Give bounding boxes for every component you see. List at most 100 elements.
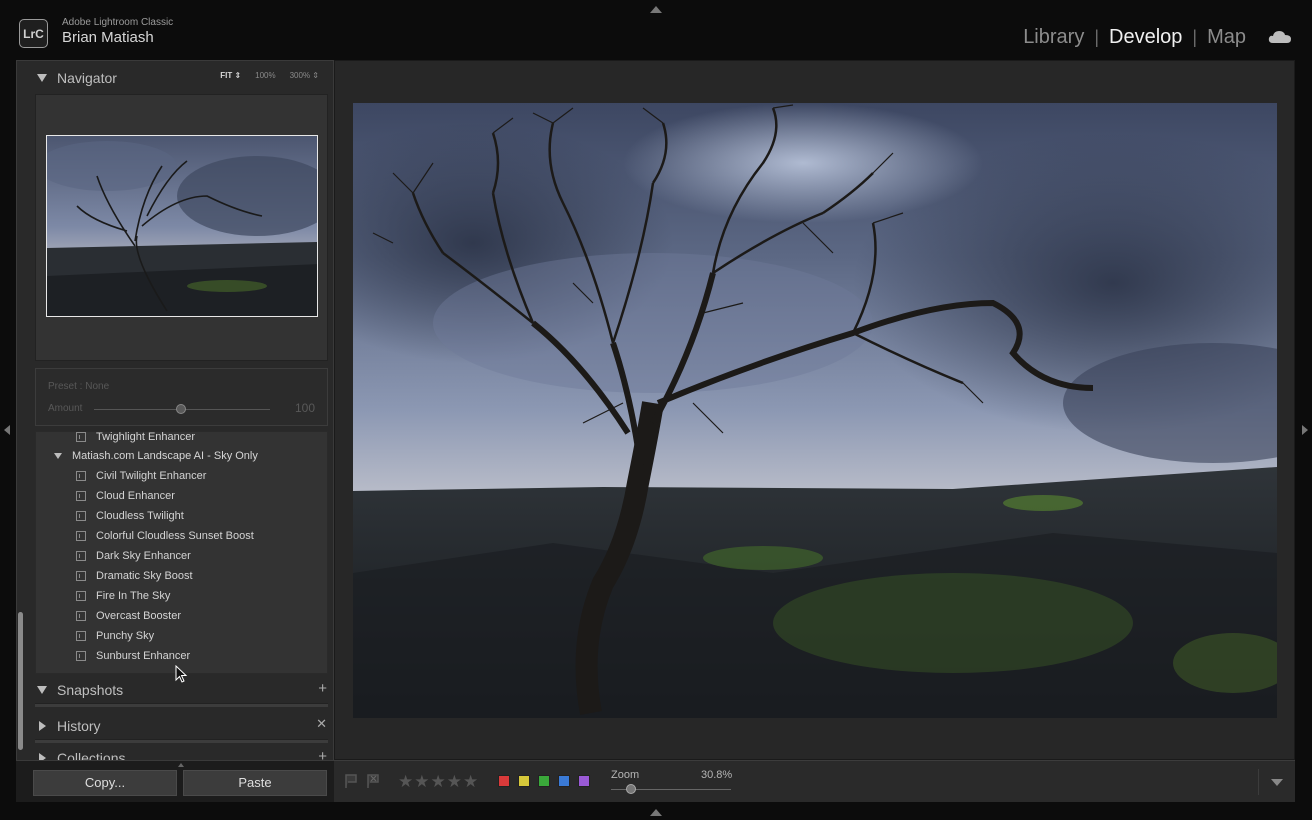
preset-label: Preset : None [48,381,110,392]
preset-item-label: Sunburst Enhancer [96,650,191,662]
amount-slider-thumb[interactable] [176,404,186,414]
module-map[interactable]: Map [1207,26,1246,49]
preset-item[interactable]: Dark Sky Enhancer [76,546,191,566]
preset-item[interactable]: Colorful Cloudless Sunset Boost [76,526,254,546]
left-panel-scrollbar[interactable] [18,612,23,750]
preset-item-label: Colorful Cloudless Sunset Boost [96,530,254,542]
copy-button[interactable]: Copy... [33,770,177,796]
panel-resize-caret-icon [178,763,184,767]
preset-item[interactable]: Dramatic Sky Boost [76,566,193,586]
preset-icon [76,591,86,601]
preset-item-label: Dark Sky Enhancer [96,550,191,562]
preset-icon [76,432,86,442]
toolbar-divider [1258,769,1259,795]
star-rating: ★ ★ ★ ★ ★ [398,772,478,792]
preset-item[interactable]: Cloud Enhancer [76,486,175,506]
preset-item-label: Cloud Enhancer [96,490,175,502]
presets-list: Twighlight Enhancer Matiash.com Landscap… [35,431,328,674]
preset-item[interactable]: Civil Twilight Enhancer [76,466,206,486]
preset-group-header[interactable]: Matiash.com Landscape AI - Sky Only [54,450,258,462]
red-label-swatch[interactable] [498,775,510,787]
preset-item[interactable]: Fire In The Sky [76,586,170,606]
preset-item-label: Cloudless Twilight [96,510,184,522]
preset-icon [76,531,86,541]
preset-icon [76,571,86,581]
app-name: Adobe Lightroom Classic [62,17,174,28]
reject-flag-icon[interactable] [366,773,382,789]
preset-icon [76,611,86,621]
history-header[interactable]: History ✕ [37,715,333,737]
green-label-swatch[interactable] [538,775,550,787]
preset-item-label: Overcast Booster [96,610,181,622]
flag-icon[interactable] [344,773,360,789]
preset-icon [76,511,86,521]
preset-item[interactable]: Cloudless Twilight [76,506,184,526]
copy-paste-bar: Copy... Paste [16,760,334,802]
preset-icon [76,551,86,561]
history-title: History [57,718,101,734]
filmstrip-toggle-icon[interactable] [650,809,662,816]
preset-amount-box: Preset : None Amount 100 [35,368,328,426]
toolbar-options-chevron-icon[interactable] [1271,779,1283,786]
paste-button[interactable]: Paste [183,770,327,796]
preset-item-label: Fire In The Sky [96,590,171,602]
panel-divider [35,739,328,743]
preset-item-label: Twighlight Enhancer [96,431,196,443]
preset-item-label: Civil Twilight Enhancer [96,470,207,482]
left-panel: Navigator FIT ⇕ 100% 300% ⇕ Preset: Non… [16,60,334,802]
preset-icon [76,471,86,481]
zoom-slider-thumb[interactable] [626,784,636,794]
collapse-triangle-icon [37,686,47,694]
preset-icon [76,651,86,661]
navigator-zoom-options: FIT ⇕ 100% 300% ⇕ [220,71,319,80]
navigator-title: Navigator [57,70,117,86]
star-icon[interactable]: ★ [463,772,478,792]
module-picker: Library | Develop | Map [1023,26,1246,49]
module-develop[interactable]: Develop [1109,26,1182,49]
star-icon[interactable]: ★ [398,772,413,792]
top-bar: LrC Adobe Lightroom Classic Brian Matias… [0,0,1312,60]
blue-label-swatch[interactable] [558,775,570,787]
purple-label-swatch[interactable] [578,775,590,787]
expand-triangle-icon [54,453,62,459]
zoom-option-300[interactable]: 300% ⇕ [290,71,319,80]
module-separator: | [1192,27,1198,47]
preset-item-label: Punchy Sky [96,630,155,642]
main-image-area [334,60,1295,760]
snapshots-title: Snapshots [57,682,124,698]
amount-value[interactable]: 100 [295,401,315,415]
lrc-logo: LrC [19,19,48,48]
mouse-cursor-icon [175,665,188,683]
yellow-label-swatch[interactable] [518,775,530,787]
navigator-preview-box [35,94,328,361]
zoom-option-fit[interactable]: FIT ⇕ [220,71,241,80]
preset-item[interactable]: Overcast Booster [76,606,181,626]
preset-item[interactable]: Punchy Sky [76,626,154,646]
zoom-value: 30.8% [701,769,733,781]
preset-item[interactable]: Twighlight Enhancer [76,431,196,447]
preset-group-name: Matiash.com Landscape AI - Sky Only [72,450,258,462]
star-icon[interactable]: ★ [447,772,462,792]
top-panel-toggle-icon[interactable] [650,6,662,13]
star-icon[interactable]: ★ [431,772,446,792]
collapse-triangle-icon [37,74,47,82]
preset-item[interactable]: Sunburst Enhancer [76,646,190,666]
preset-icon [76,491,86,501]
preset-icon [76,631,86,641]
develop-toolbar: ★ ★ ★ ★ ★ Zoom 30.8% [334,760,1295,802]
left-panel-toggle-icon[interactable] [4,425,10,435]
user-name[interactable]: Brian Matiash [62,29,154,46]
preset-item-label: Dramatic Sky Boost [96,570,193,582]
zoom-label: Zoom [611,769,640,781]
module-library[interactable]: Library [1023,26,1084,49]
star-icon[interactable]: ★ [414,772,429,792]
cloud-icon[interactable] [1268,30,1292,44]
add-snapshot-icon[interactable]: + [318,680,327,697]
module-separator: | [1094,27,1100,47]
zoom-option-100[interactable]: 100% [255,71,275,80]
clear-history-icon[interactable]: ✕ [316,716,327,732]
right-panel-toggle-icon[interactable] [1302,425,1308,435]
navigator-header[interactable]: Navigator FIT ⇕ 100% 300% ⇕ [37,67,333,89]
main-photo[interactable] [353,103,1277,718]
navigator-thumbnail[interactable] [46,135,318,317]
